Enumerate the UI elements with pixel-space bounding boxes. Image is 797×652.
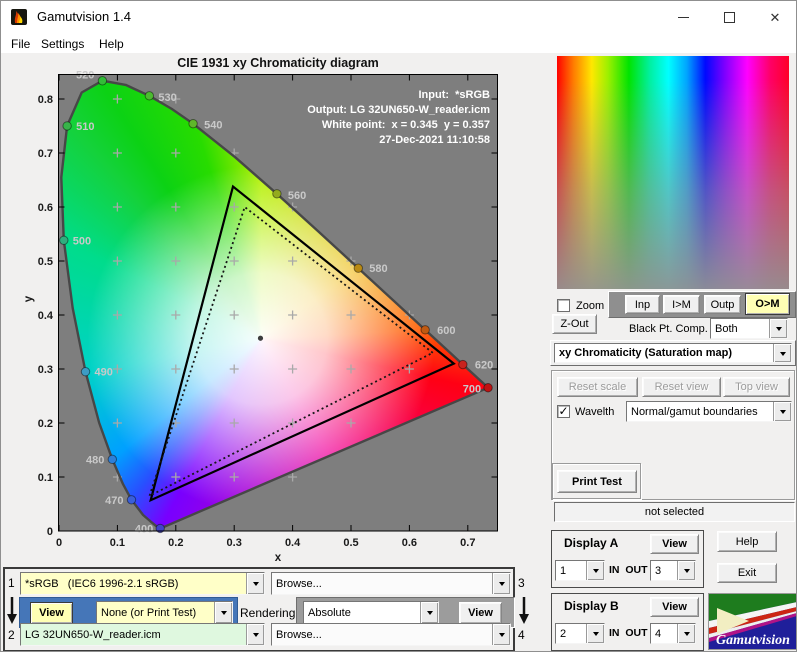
- x-axis-label: x: [275, 552, 282, 564]
- reset-view-button[interactable]: Reset view: [642, 377, 721, 397]
- slot3-number: 3: [518, 576, 525, 590]
- svg-text:0.7: 0.7: [38, 148, 53, 160]
- svg-text:0.5: 0.5: [343, 537, 358, 549]
- saturation-map-preview: [557, 56, 789, 289]
- dropdown-arrow-icon[interactable]: [769, 319, 787, 338]
- menu-help[interactable]: Help: [95, 35, 128, 53]
- svg-text:0.8: 0.8: [38, 94, 53, 106]
- close-button[interactable]: ✕: [752, 1, 797, 33]
- wavelth-checkbox[interactable]: ✓: [557, 405, 570, 418]
- slot1-number: 1: [8, 576, 15, 590]
- svg-text:0.5: 0.5: [38, 256, 53, 268]
- display-a-out-select[interactable]: 3: [650, 560, 696, 581]
- rendering-intent-select[interactable]: Absolute: [303, 601, 439, 624]
- o-to-m-button[interactable]: O>M: [745, 293, 790, 315]
- browse-3-select[interactable]: Browse...: [271, 572, 511, 595]
- dropdown-arrow-icon[interactable]: [492, 573, 510, 594]
- svg-text:0.4: 0.4: [38, 310, 54, 322]
- dropdown-arrow-icon[interactable]: [214, 602, 232, 623]
- gamutvision-logo: Gamutvision: [708, 593, 797, 650]
- svg-text:0.2: 0.2: [38, 418, 53, 430]
- down-arrow-icon: [6, 597, 18, 625]
- slot4-number: 4: [518, 628, 525, 642]
- menu-bar: File Settings Help: [1, 33, 796, 53]
- display-a-view-button[interactable]: View: [650, 534, 699, 554]
- svg-text:0: 0: [47, 526, 53, 538]
- print-test-button[interactable]: Print Test: [557, 470, 637, 493]
- black-pt-comp-select[interactable]: Both: [710, 318, 788, 339]
- display-b-in-out-label: IN OUT: [609, 627, 648, 639]
- svg-text:0.1: 0.1: [38, 472, 53, 484]
- display-a-in-select[interactable]: 1: [555, 560, 605, 581]
- down-arrow-icon: [518, 597, 530, 625]
- title-bar: Gamutvision 1.4 ✕: [1, 1, 796, 33]
- svg-text:0: 0: [56, 537, 62, 549]
- dropdown-arrow-icon[interactable]: [246, 624, 264, 645]
- minimize-button[interactable]: [660, 1, 706, 33]
- svg-text:0.3: 0.3: [38, 364, 53, 376]
- svg-text:0.7: 0.7: [460, 537, 475, 549]
- close-icon: ✕: [770, 11, 781, 24]
- view-output-button[interactable]: View: [459, 602, 502, 624]
- exit-button[interactable]: Exit: [717, 563, 777, 583]
- display-b-out-select[interactable]: 4: [650, 623, 696, 644]
- status-field: not selected: [554, 502, 795, 522]
- menu-settings[interactable]: Settings: [37, 35, 88, 53]
- dropdown-arrow-icon[interactable]: [773, 402, 791, 421]
- display-a-in-out-label: IN OUT: [609, 564, 648, 576]
- view-input-button[interactable]: View: [30, 602, 73, 624]
- logo-text: Gamutvision: [716, 633, 790, 648]
- dropdown-arrow-icon[interactable]: [246, 573, 264, 594]
- outp-button[interactable]: Outp: [704, 295, 741, 314]
- chart-title: CIE 1931 xy Chromaticity diagram: [177, 56, 378, 70]
- svg-text:0.6: 0.6: [38, 202, 53, 214]
- display-b-in-select[interactable]: 2: [555, 623, 605, 644]
- rendering-label: Rendering: [240, 606, 295, 620]
- boundaries-select[interactable]: Normal/gamut boundaries: [626, 401, 792, 422]
- display-b-view-button[interactable]: View: [650, 597, 699, 617]
- y-axis-label: y: [23, 295, 35, 302]
- reset-scale-button[interactable]: Reset scale: [557, 377, 638, 397]
- help-button[interactable]: Help: [717, 531, 777, 552]
- transfer-function-select[interactable]: None (or Print Test): [96, 601, 233, 624]
- svg-text:0.2: 0.2: [168, 537, 183, 549]
- z-out-button[interactable]: Z-Out: [552, 314, 597, 334]
- check-icon: ✓: [558, 404, 568, 418]
- dropdown-arrow-icon[interactable]: [586, 561, 604, 580]
- dropdown-arrow-icon[interactable]: [492, 624, 510, 645]
- dropdown-arrow-icon[interactable]: [677, 561, 695, 580]
- window-title: Gamutvision 1.4: [37, 9, 131, 24]
- maximize-button[interactable]: [706, 1, 752, 33]
- display-b-title: Display B: [564, 599, 619, 613]
- black-pt-comp-label: Black Pt. Comp.: [629, 323, 708, 335]
- slot2-number: 2: [8, 628, 15, 642]
- top-view-button[interactable]: Top view: [723, 377, 790, 397]
- dropdown-arrow-icon[interactable]: [773, 344, 791, 362]
- app-icon: [11, 9, 27, 25]
- maximize-icon: [724, 12, 735, 23]
- wavelth-checkbox-label: Wavelth: [575, 406, 614, 418]
- minimize-icon: [678, 17, 689, 18]
- display-a-title: Display A: [564, 536, 618, 550]
- inp-button[interactable]: Inp: [625, 295, 660, 314]
- i-to-m-button[interactable]: I>M: [663, 295, 700, 314]
- zoom-checkbox-label: Zoom: [576, 300, 604, 312]
- gamutvision-window: Gamutvision 1.4 ✕ File Settings Help 400…: [0, 0, 797, 652]
- svg-text:0.1: 0.1: [110, 537, 125, 549]
- svg-text:0.3: 0.3: [227, 537, 242, 549]
- input-profile-select[interactable]: *sRGB (IEC6 1996-2.1 sRGB): [20, 572, 265, 595]
- dropdown-arrow-icon[interactable]: [420, 602, 438, 623]
- browse-4-select[interactable]: Browse...: [271, 623, 511, 646]
- dropdown-arrow-icon[interactable]: [677, 624, 695, 643]
- menu-file[interactable]: File: [7, 35, 34, 53]
- output-profile-select[interactable]: LG 32UN650-W_reader.icm: [20, 623, 265, 646]
- plot-mode-select[interactable]: xy Chromaticity (Saturation map): [554, 343, 792, 363]
- svg-text:0.4: 0.4: [285, 537, 301, 549]
- zoom-checkbox[interactable]: [557, 299, 570, 312]
- svg-text:0.6: 0.6: [402, 537, 417, 549]
- dropdown-arrow-icon[interactable]: [586, 624, 604, 643]
